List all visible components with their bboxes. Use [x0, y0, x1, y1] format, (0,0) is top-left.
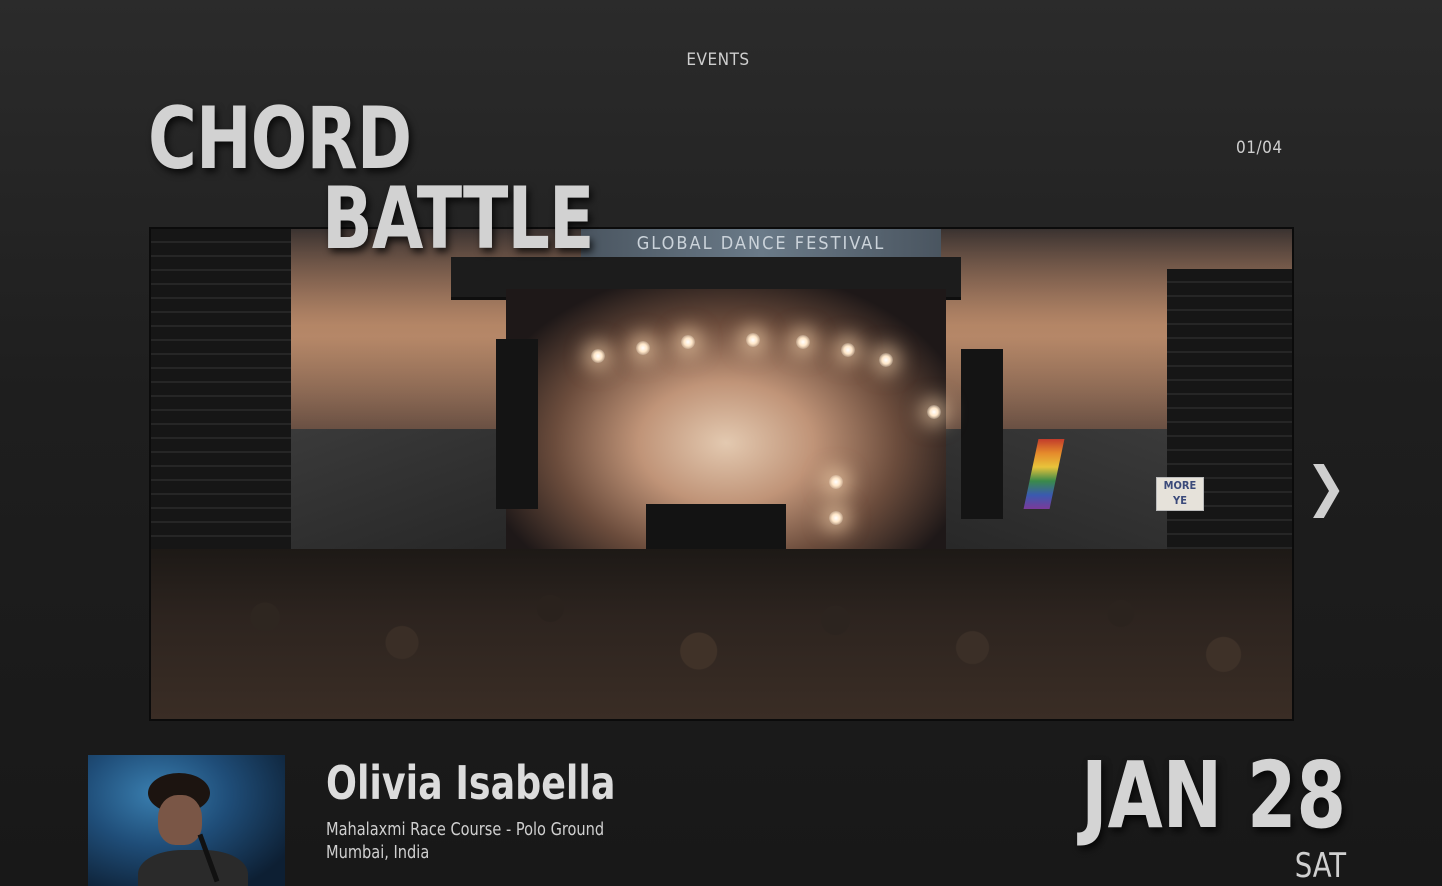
speaker-right	[961, 349, 1003, 519]
venue-city: Mumbai, India	[326, 842, 430, 863]
stage-light	[829, 511, 843, 525]
stage-light	[636, 341, 650, 355]
venue-name: Mahalaxmi Race Course - Polo Ground	[326, 819, 605, 840]
speaker-tower-left	[151, 229, 291, 579]
event-title-line2: BATTLE	[322, 169, 595, 269]
speaker-left	[496, 339, 538, 509]
event-date: JAN 28	[1081, 742, 1346, 849]
stage-light	[927, 405, 941, 419]
stage-light	[879, 353, 893, 367]
section-label: EVENTS	[686, 50, 750, 70]
speaker-tower-right	[1167, 269, 1292, 579]
crowd-sign: MORE YE	[1156, 477, 1204, 511]
artist-head	[158, 795, 202, 845]
side-wall-left	[291, 429, 521, 559]
event-day: SAT	[1294, 846, 1346, 886]
event-hero-image: GLOBAL DANCE FESTIVAL MORE YE	[149, 227, 1294, 721]
artist-name: Olivia Isabella	[326, 756, 616, 810]
slide-counter: 01/04	[1236, 138, 1283, 158]
stage-light	[829, 475, 843, 489]
artist-photo	[88, 755, 285, 886]
stage-light	[681, 335, 695, 349]
crowd	[151, 549, 1292, 719]
stage-light	[591, 349, 605, 363]
chevron-right-icon: ❯	[1305, 455, 1347, 518]
venue-info: Mahalaxmi Race Course - Polo Ground Mumb…	[326, 818, 604, 864]
artist-body	[138, 850, 248, 886]
stage-light	[841, 343, 855, 357]
stage-light	[746, 333, 760, 347]
events-page: EVENTS 01/04 GLOBAL DANCE FESTIVAL MORE …	[0, 0, 1442, 886]
next-slide-button[interactable]: ❯	[1304, 452, 1348, 522]
stage-light	[796, 335, 810, 349]
